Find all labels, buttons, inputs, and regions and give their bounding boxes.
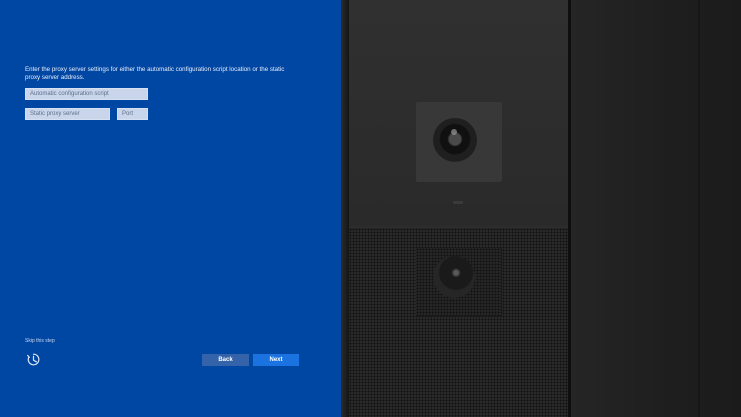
camera-lens bbox=[433, 118, 477, 162]
light-sensor bbox=[453, 201, 463, 204]
proxy-instructions: Enter the proxy server settings for eith… bbox=[25, 66, 285, 81]
setup-panel: Enter the proxy server settings for eith… bbox=[0, 0, 341, 417]
static-proxy-server-input[interactable]: Static proxy server bbox=[25, 108, 110, 120]
back-button[interactable]: Back bbox=[202, 354, 249, 366]
skip-step-link[interactable]: Skip this step bbox=[25, 338, 55, 344]
side-panel-seam bbox=[698, 0, 700, 417]
secondary-lens bbox=[433, 256, 475, 298]
port-input[interactable]: Port bbox=[117, 108, 148, 120]
device-photo bbox=[341, 0, 741, 417]
device-side-panel bbox=[571, 0, 741, 417]
camera-lens-glint bbox=[451, 129, 457, 135]
auto-config-script-input[interactable]: Automatic configuration script bbox=[25, 88, 148, 100]
display-bezel bbox=[341, 0, 349, 417]
next-button[interactable]: Next bbox=[253, 354, 299, 366]
accessibility-icon[interactable] bbox=[26, 352, 41, 367]
